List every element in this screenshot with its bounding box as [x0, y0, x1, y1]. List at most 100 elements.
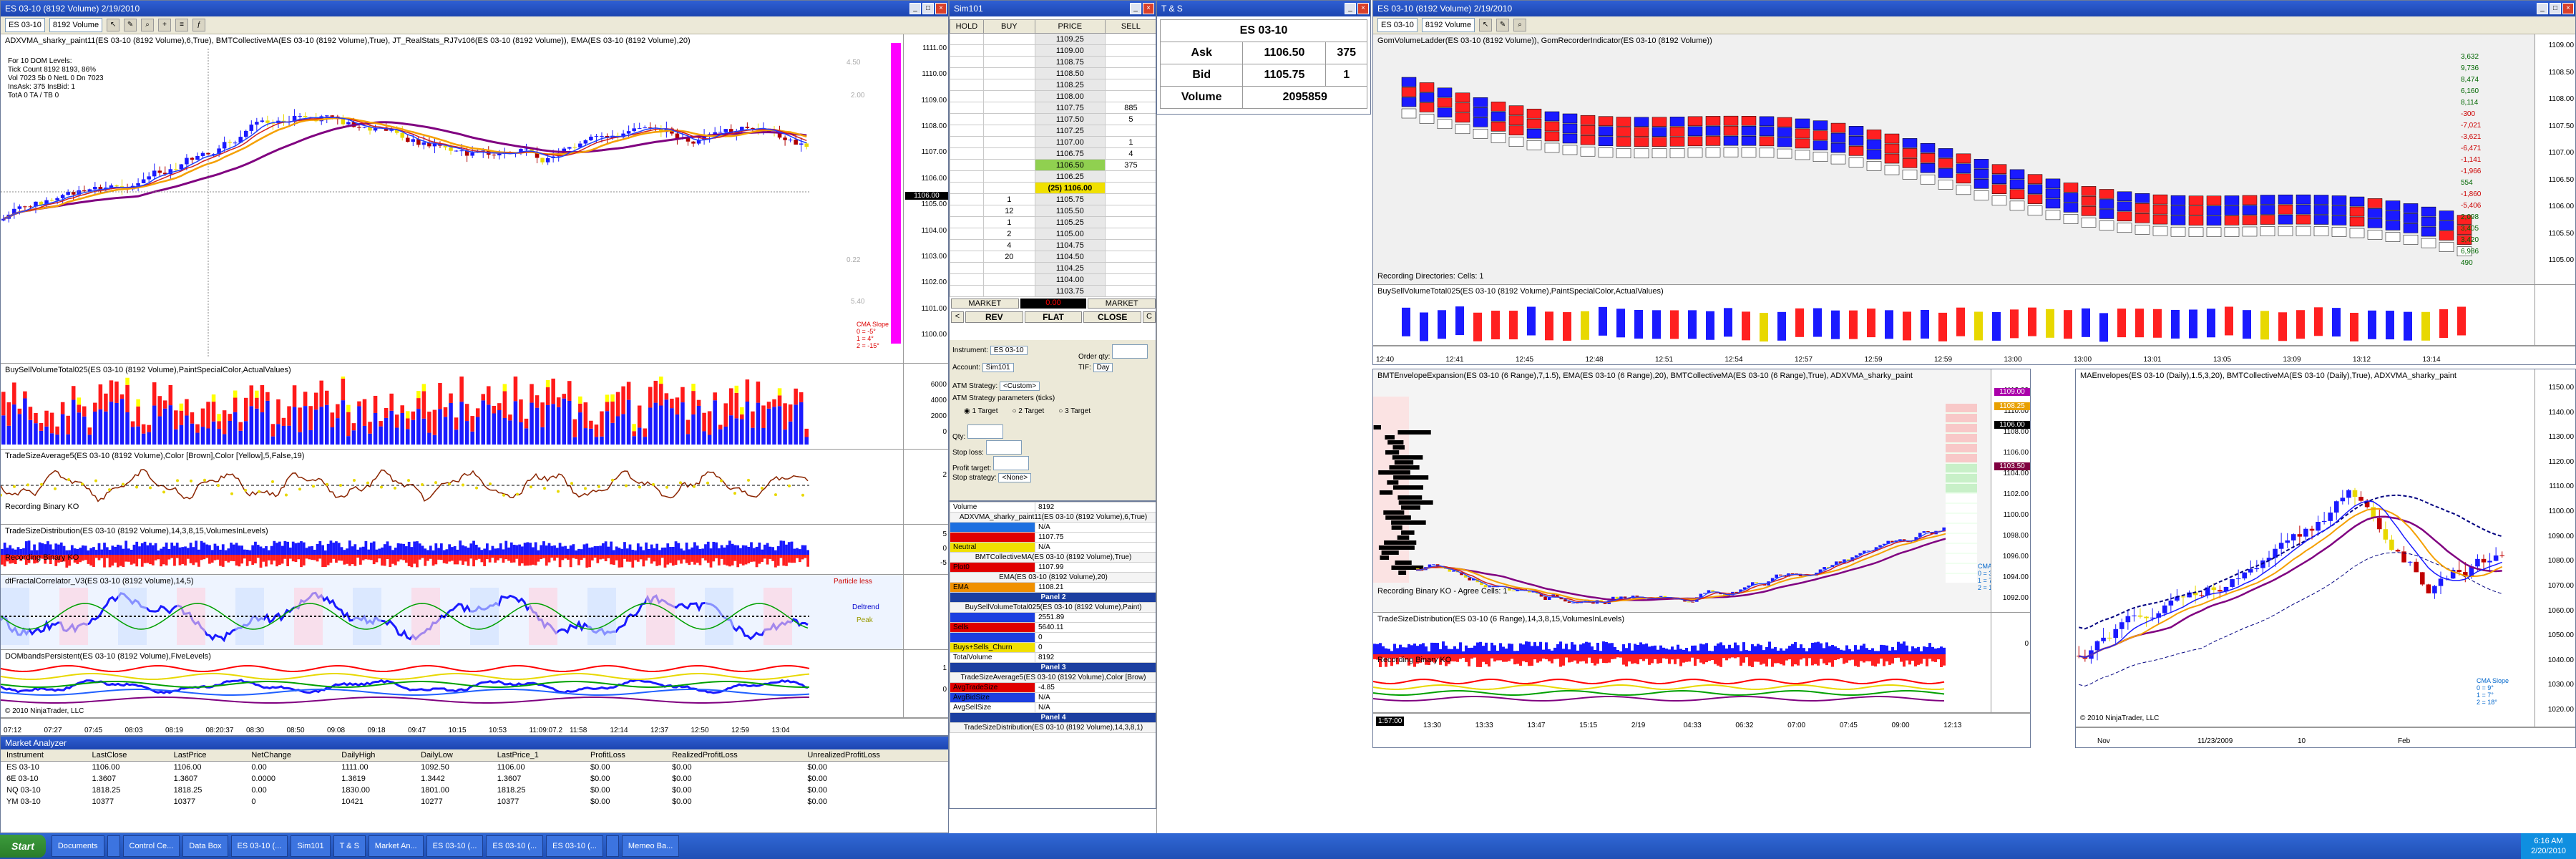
- ladder-row[interactable]: (25) 1106.00: [950, 182, 1156, 194]
- sell-cell[interactable]: [1104, 56, 1156, 68]
- tas-titlebar[interactable]: T & S _ ×: [1157, 1, 1370, 16]
- sell-cell[interactable]: 885: [1104, 102, 1156, 114]
- sell-cell[interactable]: [1104, 125, 1156, 137]
- column-header[interactable]: UnrealizedProfitLoss: [801, 749, 948, 762]
- sell-cell[interactable]: [1104, 90, 1156, 102]
- ladder-row[interactable]: 1107.00 1: [950, 136, 1156, 148]
- daily-price-pane[interactable]: MAEnvelopes(ES 03-10 (Daily),1.5,3,20), …: [2076, 369, 2575, 727]
- indicators-icon[interactable]: ƒ: [192, 19, 206, 31]
- clock-time[interactable]: 6:16 AM: [2531, 836, 2566, 846]
- zoom-icon[interactable]: ⌕: [141, 19, 155, 31]
- ladder-row[interactable]: 1108.50: [950, 67, 1156, 79]
- minimize-icon[interactable]: _: [1130, 3, 1141, 14]
- minimize-icon[interactable]: _: [1345, 3, 1356, 14]
- period-selector[interactable]: 8192 Volume: [1421, 18, 1475, 32]
- column-header[interactable]: DailyLow: [415, 749, 492, 762]
- buy-cell[interactable]: [982, 44, 1035, 57]
- taskbar-item[interactable]: T & S: [333, 835, 366, 857]
- buy-cell[interactable]: [982, 79, 1035, 91]
- taskbar-item[interactable]: ES 03-10 (...: [486, 835, 544, 857]
- flatten-button[interactable]: FLAT: [1024, 311, 1083, 323]
- left-arrow-icon[interactable]: <: [951, 311, 964, 323]
- price-axis[interactable]: 1111.00 1110.00 1109.00 1108.00 1107.00 1106.…: [903, 34, 948, 363]
- sell-cell[interactable]: 4: [1104, 147, 1156, 160]
- trade-size-average-pane[interactable]: TradeSizeAverage5(ES 03-10 (8192 Volume)…: [1, 450, 948, 525]
- buy-cell[interactable]: 20: [982, 251, 1035, 263]
- close-icon[interactable]: ×: [935, 3, 947, 14]
- table-row[interactable]: ES 03-10 1106.00 1106.00 0.00 1111.00 1092.50…: [1, 762, 948, 774]
- zoom-icon[interactable]: ⌕: [1513, 19, 1527, 31]
- superdom-titlebar[interactable]: Sim101 _ ×: [950, 1, 1156, 16]
- pointer-icon[interactable]: ↖: [1479, 19, 1493, 31]
- taskbar-item[interactable]: ES 03-10 (...: [230, 835, 288, 857]
- ladder-row[interactable]: 1109.25: [950, 33, 1156, 45]
- buy-cell[interactable]: 12: [982, 205, 1035, 217]
- pencil-icon[interactable]: ✎: [1496, 19, 1510, 31]
- ladder-row[interactable]: 1106.50 375: [950, 159, 1156, 171]
- range-price-pane[interactable]: BMTEnvelopeExpansion(ES 03-10 (6 Range),…: [1373, 369, 2030, 613]
- sell-cell[interactable]: [1104, 67, 1156, 79]
- ladder-row[interactable]: 4 1104.75: [950, 239, 1156, 251]
- buy-cell[interactable]: [982, 273, 1035, 286]
- column-header[interactable]: RealizedProfitLoss: [666, 749, 802, 762]
- buy-cell[interactable]: [982, 170, 1035, 183]
- dom-axis[interactable]: 1 0: [903, 650, 948, 717]
- taskbar-item[interactable]: Documents: [51, 835, 104, 857]
- maximize-icon[interactable]: □: [2550, 3, 2561, 14]
- maximize-icon[interactable]: □: [922, 3, 934, 14]
- column-header[interactable]: DailyHigh: [336, 749, 416, 762]
- right-volume-axis[interactable]: [2534, 285, 2575, 345]
- taskbar-item[interactable]: ES 03-10 (...: [546, 835, 603, 857]
- buy-cell[interactable]: [982, 182, 1035, 194]
- ladder-row[interactable]: 12 1105.50: [950, 205, 1156, 217]
- buy-cell[interactable]: [982, 159, 1035, 171]
- buy-cell[interactable]: [982, 56, 1035, 68]
- column-header[interactable]: NetChange: [245, 749, 336, 762]
- profit-target-field[interactable]: [993, 456, 1030, 470]
- close-icon[interactable]: ×: [1357, 3, 1369, 14]
- stop-loss-field[interactable]: [985, 440, 1022, 455]
- taskbar-item[interactable]: Data Box: [182, 835, 228, 857]
- column-header[interactable]: ProfitLoss: [584, 749, 667, 762]
- chart-right-titlebar[interactable]: ES 03-10 (8192 Volume) 2/19/2010 _ □ ×: [1373, 1, 2575, 16]
- c-button[interactable]: C: [1143, 311, 1156, 323]
- ladder-pane[interactable]: GomVolumeLadder(ES 03-10 (8192 Volume)),…: [1373, 34, 2575, 285]
- taskbar-item[interactable]: Control Ce...: [122, 835, 180, 857]
- ladder-row[interactable]: 1106.25: [950, 170, 1156, 183]
- sell-cell[interactable]: 375: [1104, 159, 1156, 171]
- table-row[interactable]: NQ 03-10 1818.25 1818.25 0.00 1830.00 1801.00…: [1, 785, 948, 796]
- taskbar-item[interactable]: Memeo Ba...: [621, 835, 680, 857]
- table-row[interactable]: YM 03-10 10377 10377 0 10421 10277 10377 $0.00 $…: [1, 796, 948, 807]
- sell-cell[interactable]: [1104, 170, 1156, 183]
- ladder-row[interactable]: 1104.00: [950, 273, 1156, 286]
- minimize-icon[interactable]: _: [909, 3, 921, 14]
- pointer-icon[interactable]: ↖: [107, 19, 120, 31]
- fc-axis[interactable]: [903, 575, 948, 649]
- ladder-axis[interactable]: 1109.00 1108.50 1108.00 1107.50 1107.00 1106.…: [2534, 34, 2575, 284]
- sell-cell[interactable]: [1104, 182, 1156, 194]
- taskbar-item[interactable]: Market An...: [368, 835, 424, 857]
- ladder-row[interactable]: 1106.75 4: [950, 147, 1156, 160]
- taskbar-item[interactable]: [107, 835, 120, 857]
- order-qty-field[interactable]: [1112, 344, 1148, 359]
- ladder-row[interactable]: 1103.75: [950, 285, 1156, 297]
- properties-icon[interactable]: ≡: [175, 19, 189, 31]
- buy-cell[interactable]: [982, 147, 1035, 160]
- buy-cell[interactable]: 4: [982, 239, 1035, 251]
- ladder-row[interactable]: 1108.75: [950, 56, 1156, 68]
- buy-cell[interactable]: [982, 33, 1035, 45]
- range-axis[interactable]: 1112.001110.001108.001106.001104.001102.…: [1991, 369, 2030, 612]
- volume-pane[interactable]: BuySellVolumeTotal025(ES 03-10 (8192 Vol…: [1, 364, 948, 450]
- range-time-axis[interactable]: 1:57:00 13:30 13:33 13:47 15:15 2/19 04:33 06:…: [1373, 713, 2030, 731]
- market-sell-button[interactable]: MARKET: [1088, 299, 1156, 309]
- sell-cell[interactable]: [1104, 205, 1156, 217]
- ladder-row[interactable]: 1107.50 5: [950, 113, 1156, 125]
- close-icon[interactable]: ×: [2562, 3, 2574, 14]
- sell-cell[interactable]: [1104, 239, 1156, 251]
- price-pane[interactable]: ADXVMA_sharky_paint11(ES 03-10 (8192 Vol…: [1, 34, 948, 364]
- ladder-row[interactable]: 2 1105.00: [950, 228, 1156, 240]
- crosshair-icon[interactable]: +: [158, 19, 172, 31]
- ladder-row[interactable]: 1109.00: [950, 44, 1156, 57]
- ladder-row[interactable]: 1108.00: [950, 90, 1156, 102]
- instrument-field[interactable]: ES 03-10: [990, 346, 1028, 355]
